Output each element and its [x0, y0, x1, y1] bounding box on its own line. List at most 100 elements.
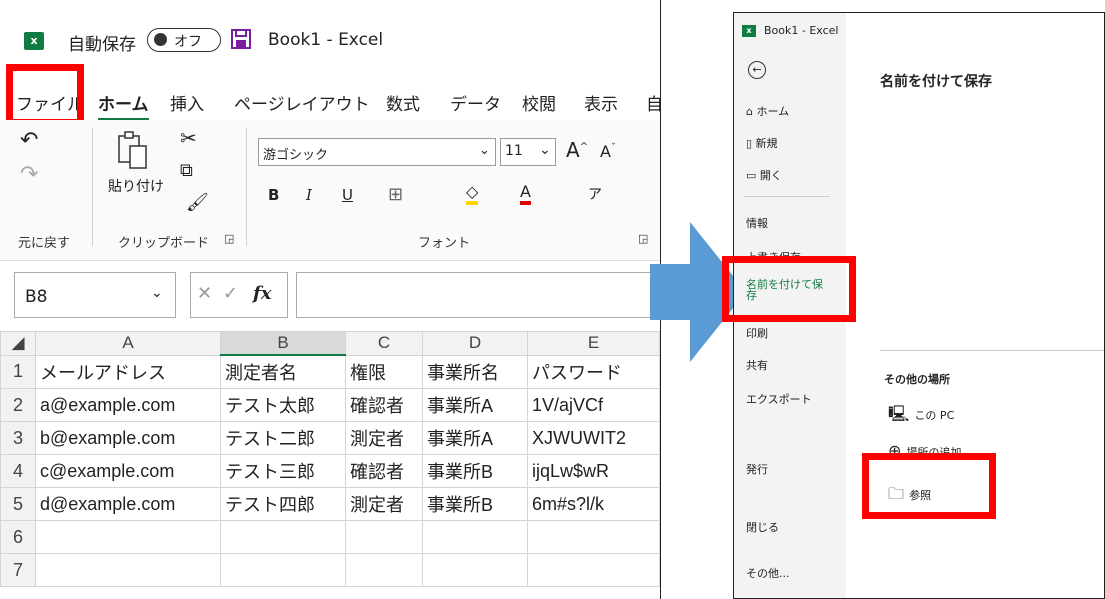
cell[interactable]: 6m#s?l/k [527, 487, 660, 521]
nav-print[interactable]: 印刷 [746, 325, 768, 341]
name-box-value: B8 [25, 287, 48, 307]
increase-font-icon[interactable]: A^ [566, 138, 588, 162]
cell[interactable]: 事業所名 [422, 354, 528, 389]
tab-view[interactable]: 表示 [584, 90, 618, 115]
save-as-highlight [722, 256, 856, 322]
name-box[interactable]: B8 ⌄ [14, 272, 176, 318]
redo-icon[interactable]: ↷ [20, 162, 38, 187]
column-header-e[interactable]: E [527, 331, 660, 356]
decrease-font-icon[interactable]: Aˇ [600, 142, 616, 161]
row-header[interactable]: 7 [0, 553, 36, 587]
cell[interactable] [422, 520, 528, 554]
paste-label[interactable]: 貼り付け [108, 176, 164, 196]
cell[interactable]: パスワード [527, 354, 660, 389]
column-header-d[interactable]: D [422, 331, 528, 356]
nav-open[interactable]: ▭ 開く [746, 167, 782, 183]
row-header[interactable]: 2 [0, 388, 36, 422]
cell[interactable]: テスト二郎 [220, 421, 346, 455]
clipboard-group-label: クリップボード [118, 236, 210, 251]
cell[interactable]: テスト三郎 [220, 454, 346, 488]
cell[interactable]: d@example.com [35, 487, 221, 521]
cell[interactable]: テスト太郎 [220, 388, 346, 422]
row-header[interactable]: 1 [0, 354, 36, 389]
column-header-c[interactable]: C [345, 331, 423, 356]
cell[interactable]: 1V/ajVCf [527, 388, 660, 422]
font-color-icon[interactable]: A [520, 182, 531, 205]
cell[interactable]: 測定者名 [220, 354, 346, 389]
nav-info[interactable]: 情報 [746, 215, 768, 231]
row-header[interactable]: 3 [0, 421, 36, 455]
nav-more[interactable]: その他... [746, 565, 790, 581]
cell[interactable]: 事業所B [422, 487, 528, 521]
column-header-a[interactable]: A [35, 331, 221, 356]
tab-review[interactable]: 校閲 [522, 90, 556, 115]
cell[interactable]: b@example.com [35, 421, 221, 455]
cancel-icon[interactable]: ✕ [197, 283, 212, 304]
underline-button[interactable]: U [342, 186, 353, 204]
nav-publish[interactable]: 発行 [746, 461, 768, 477]
dialog-launcher-icon[interactable]: ◲ [224, 232, 234, 245]
font-name-select[interactable]: 游ゴシック ⌄ [258, 138, 496, 166]
nav-export[interactable]: エクスポート [746, 391, 812, 407]
cell[interactable] [220, 553, 346, 587]
copy-icon[interactable]: ⧉ [180, 160, 193, 181]
nav-close[interactable]: 閉じる [746, 519, 779, 535]
cell[interactable]: メールアドレス [35, 354, 221, 389]
tab-formulas[interactable]: 数式 [386, 90, 420, 115]
cell[interactable] [35, 520, 221, 554]
cell[interactable]: c@example.com [35, 454, 221, 488]
cell[interactable] [220, 520, 346, 554]
select-all-corner[interactable]: ◢ [0, 331, 36, 356]
location-this-pc[interactable]: 🖳 この PC [888, 403, 954, 430]
nav-new[interactable]: ▯ 新規 [746, 135, 778, 151]
fill-color-icon[interactable]: ◇ [466, 182, 479, 205]
italic-button[interactable]: I [306, 186, 312, 204]
tab-home[interactable]: ホーム [98, 90, 149, 121]
cell[interactable]: XJWUWIT2 [527, 421, 660, 455]
cut-icon[interactable]: ✂ [180, 126, 197, 150]
column-header-row: ◢ A B C D E [0, 331, 660, 356]
tab-page-layout[interactable]: ページレイアウト [234, 90, 370, 115]
cell[interactable] [527, 553, 660, 587]
nav-home[interactable]: ⌂ ホーム [746, 103, 789, 119]
cell[interactable]: 測定者 [345, 487, 423, 521]
autosave-toggle[interactable]: オフ [147, 28, 221, 52]
tab-data[interactable]: データ [450, 90, 501, 115]
cell[interactable]: 事業所A [422, 421, 528, 455]
cell[interactable]: 事業所A [422, 388, 528, 422]
cell[interactable] [422, 553, 528, 587]
nav-share[interactable]: 共有 [746, 357, 768, 373]
cell[interactable] [527, 520, 660, 554]
cell[interactable]: 権限 [345, 354, 423, 389]
cell[interactable]: テスト四郎 [220, 487, 346, 521]
borders-icon[interactable]: ⊞ [388, 184, 403, 205]
cell[interactable]: 確認者 [345, 388, 423, 422]
insert-function-button[interactable]: fx [253, 283, 271, 304]
column-header-b[interactable]: B [220, 331, 346, 356]
dialog-launcher-icon[interactable]: ◲ [638, 232, 648, 245]
cell[interactable]: a@example.com [35, 388, 221, 422]
paste-icon[interactable] [116, 130, 148, 170]
row-header[interactable]: 4 [0, 454, 36, 488]
cell[interactable]: 測定者 [345, 421, 423, 455]
cell[interactable]: 確認者 [345, 454, 423, 488]
formula-input[interactable] [296, 272, 660, 318]
row-header[interactable]: 6 [0, 520, 36, 554]
check-icon[interactable]: ✓ [223, 283, 238, 304]
font-size-select[interactable]: 11 ⌄ [500, 138, 556, 166]
phonetic-icon[interactable]: ア [588, 184, 602, 204]
row-header[interactable]: 5 [0, 487, 36, 521]
back-arrow-icon[interactable]: ← [748, 61, 766, 79]
tab-insert[interactable]: 挿入 [170, 90, 204, 115]
cell[interactable]: 事業所B [422, 454, 528, 488]
cell[interactable] [345, 520, 423, 554]
format-painter-icon[interactable]: 🖌 [186, 192, 209, 213]
save-icon[interactable] [230, 28, 252, 50]
cell[interactable]: ijqLw$wR [527, 454, 660, 488]
cell[interactable] [35, 553, 221, 587]
folder-icon: ▭ [746, 169, 760, 182]
undo-icon[interactable]: ↶ [20, 128, 38, 153]
cell[interactable] [345, 553, 423, 587]
tab-more[interactable]: 自 [646, 90, 660, 115]
bold-button[interactable]: B [268, 186, 279, 204]
